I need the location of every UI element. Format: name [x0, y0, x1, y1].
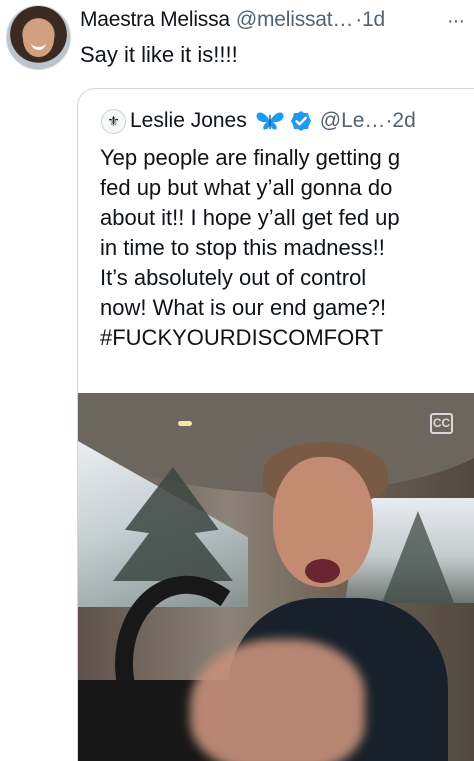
blurred-hand [190, 639, 365, 761]
quoted-video-thumbnail[interactable]: CC [78, 393, 474, 761]
author-name[interactable]: Maestra Melissa [80, 8, 230, 32]
tweet-time[interactable]: ·1d [355, 8, 385, 32]
interior-light [178, 421, 192, 426]
quoted-author-avatar[interactable]: ⚜ [101, 109, 126, 134]
quoted-tweet-time[interactable]: ·2d [385, 109, 415, 133]
author-handle[interactable]: @melissat… [236, 8, 353, 32]
person-mouth [305, 559, 340, 583]
quoted-author-name[interactable]: Leslie Jones [130, 109, 247, 133]
quoted-tweet-header: Leslie Jones @Le… ·2d [130, 107, 470, 134]
butterfly-icon [256, 111, 284, 130]
tweet-author-line: Maestra Melissa @melissat… ·1d ··· [80, 6, 465, 34]
quoted-tweet-text: Yep people are finally getting g fed up … [100, 145, 401, 350]
closed-captions-icon[interactable]: CC [430, 413, 453, 434]
quoted-author-handle[interactable]: @Le… [320, 109, 386, 133]
avatar-face [23, 19, 54, 57]
more-options-icon[interactable]: ··· [447, 10, 465, 33]
quoted-tweet-card[interactable]: ⚜ Leslie Jones @Le… ·2d Yep people are f… [77, 88, 474, 761]
verified-badge-icon [290, 110, 311, 131]
tweet-text: Say it like it is!!!! [80, 42, 238, 67]
author-avatar[interactable] [6, 5, 71, 70]
